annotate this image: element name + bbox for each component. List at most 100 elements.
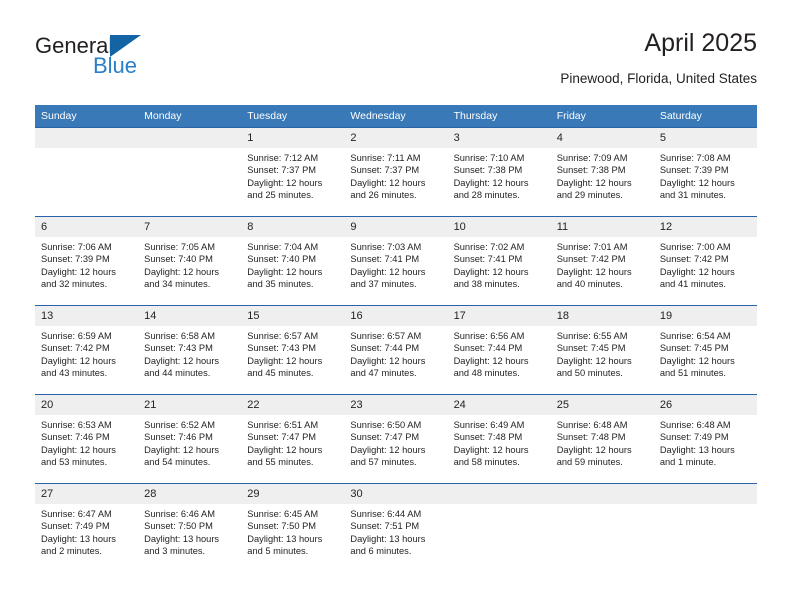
daylight-text: Daylight: 12 hours and 26 minutes. — [350, 177, 426, 201]
sunrise-text: Sunrise: 6:57 AM — [247, 331, 319, 341]
calendar-day-cell[interactable]: 15 Sunrise: 6:57 AM Sunset: 7:43 PM Dayligh… — [241, 305, 345, 395]
day-details: Sunrise: 7:11 AM Sunset: 7:37 PM Daylight:… — [344, 148, 447, 202]
calendar-day-cell[interactable]: 3 Sunrise: 7:10 AM Sunset: 7:38 PM Daylight… — [447, 127, 551, 217]
calendar-day-cell[interactable]: 23 Sunrise: 6:50 AM Sunset: 7:47 PM Dayligh… — [344, 394, 448, 484]
page-title: April 2025 — [644, 29, 757, 57]
day-number — [653, 484, 757, 504]
calendar-day-cell[interactable]: 17 Sunrise: 6:56 AM Sunset: 7:44 PM Dayligh… — [447, 305, 551, 395]
sunset-text: Sunset: 7:45 PM — [659, 343, 729, 354]
sunset-text: Sunset: 7:40 PM — [247, 254, 317, 265]
day-number: 26 — [653, 395, 757, 415]
day-number: 30 — [344, 484, 448, 504]
day-details: Sunrise: 6:59 AM Sunset: 7:42 PM Daylight:… — [35, 326, 138, 380]
calendar-day-cell[interactable]: 27 Sunrise: 6:47 AM Sunset: 7:49 PM Dayligh… — [35, 483, 139, 573]
calendar-week-row: 1 Sunrise: 7:12 AM Sunset: 7:37 PM Daylight… — [35, 127, 757, 217]
day-details: Sunrise: 6:57 AM Sunset: 7:44 PM Daylight:… — [344, 326, 447, 380]
sunset-text: Sunset: 7:41 PM — [453, 254, 523, 265]
day-number: 6 — [35, 217, 139, 237]
day-details: Sunrise: 6:50 AM Sunset: 7:47 PM Daylight:… — [344, 415, 447, 469]
sunrise-text: Sunrise: 6:59 AM — [41, 331, 112, 341]
day-details: Sunrise: 7:08 AM Sunset: 7:39 PM Daylight:… — [654, 148, 757, 202]
weekday-header-thursday: Thursday — [447, 105, 551, 128]
day-details: Sunrise: 7:10 AM Sunset: 7:38 PM Daylight:… — [448, 148, 551, 202]
calendar-week-row: 6 Sunrise: 7:06 AM Sunset: 7:39 PM Daylight… — [35, 216, 757, 306]
weekday-header-row: Sunday Monday Tuesday Wednesday Thursday Frid… — [35, 105, 757, 128]
calendar-day-cell-empty — [550, 483, 654, 573]
calendar-day-cell[interactable]: 13 Sunrise: 6:59 AM Sunset: 7:42 PM Dayligh… — [35, 305, 139, 395]
daylight-text: Daylight: 13 hours and 6 minutes. — [350, 533, 426, 557]
calendar-week-row: 27 Sunrise: 6:47 AM Sunset: 7:49 PM Dayligh… — [35, 483, 757, 573]
calendar-day-cell[interactable]: 26 Sunrise: 6:48 AM Sunset: 7:49 PM Dayligh… — [653, 394, 757, 484]
daylight-text: Daylight: 13 hours and 3 minutes. — [144, 533, 220, 557]
sunset-text: Sunset: 7:39 PM — [659, 165, 729, 176]
sunrise-text: Sunrise: 6:48 AM — [556, 420, 628, 430]
day-number: 16 — [344, 306, 448, 326]
day-number: 28 — [138, 484, 242, 504]
calendar-day-cell[interactable]: 30 Sunrise: 6:44 AM Sunset: 7:51 PM Dayligh… — [344, 483, 448, 573]
day-number — [35, 128, 139, 148]
calendar-day-cell[interactable]: 19 Sunrise: 6:54 AM Sunset: 7:45 PM Dayligh… — [653, 305, 757, 395]
calendar-day-cell[interactable]: 5 Sunrise: 7:08 AM Sunset: 7:39 PM Daylight… — [653, 127, 757, 217]
day-number: 10 — [447, 217, 551, 237]
calendar-day-cell[interactable]: 21 Sunrise: 6:52 AM Sunset: 7:46 PM Dayligh… — [138, 394, 242, 484]
sunset-text: Sunset: 7:43 PM — [247, 343, 317, 354]
day-number: 15 — [241, 306, 345, 326]
sunrise-text: Sunrise: 6:54 AM — [659, 331, 731, 341]
calendar-body: 1 Sunrise: 7:12 AM Sunset: 7:37 PM Daylight… — [35, 127, 757, 573]
day-number: 22 — [241, 395, 345, 415]
daylight-text: Daylight: 12 hours and 55 minutes. — [247, 444, 323, 468]
day-details: Sunrise: 6:45 AM Sunset: 7:50 PM Daylight:… — [241, 504, 344, 558]
sunrise-text: Sunrise: 7:08 AM — [659, 153, 731, 163]
sunrise-text: Sunrise: 6:55 AM — [556, 331, 628, 341]
calendar-week-row: 20 Sunrise: 6:53 AM Sunset: 7:46 PM Dayligh… — [35, 394, 757, 484]
day-number: 11 — [550, 217, 654, 237]
calendar-day-cell[interactable]: 16 Sunrise: 6:57 AM Sunset: 7:44 PM Dayligh… — [344, 305, 448, 395]
calendar-day-cell-empty — [653, 483, 757, 573]
calendar-day-cell[interactable]: 20 Sunrise: 6:53 AM Sunset: 7:46 PM Dayligh… — [35, 394, 139, 484]
daylight-text: Daylight: 12 hours and 41 minutes. — [659, 266, 735, 290]
day-number: 29 — [241, 484, 345, 504]
calendar-day-cell[interactable]: 12 Sunrise: 7:00 AM Sunset: 7:42 PM Dayligh… — [653, 216, 757, 306]
daylight-text: Daylight: 12 hours and 25 minutes. — [247, 177, 323, 201]
calendar-day-cell[interactable]: 18 Sunrise: 6:55 AM Sunset: 7:45 PM Dayligh… — [550, 305, 654, 395]
day-number: 7 — [138, 217, 242, 237]
sunset-text: Sunset: 7:42 PM — [659, 254, 729, 265]
day-number: 27 — [35, 484, 139, 504]
calendar-day-cell[interactable]: 9 Sunrise: 7:03 AM Sunset: 7:41 PM Daylight… — [344, 216, 448, 306]
sunrise-text: Sunrise: 6:44 AM — [350, 509, 422, 519]
daylight-text: Daylight: 12 hours and 50 minutes. — [556, 355, 632, 379]
day-number: 5 — [653, 128, 757, 148]
daylight-text: Daylight: 12 hours and 44 minutes. — [144, 355, 220, 379]
calendar-day-cell[interactable]: 11 Sunrise: 7:01 AM Sunset: 7:42 PM Dayligh… — [550, 216, 654, 306]
day-number: 24 — [447, 395, 551, 415]
day-number: 23 — [344, 395, 448, 415]
calendar-day-cell[interactable]: 1 Sunrise: 7:12 AM Sunset: 7:37 PM Daylight… — [241, 127, 345, 217]
calendar-day-cell[interactable]: 29 Sunrise: 6:45 AM Sunset: 7:50 PM Dayligh… — [241, 483, 345, 573]
sunset-text: Sunset: 7:48 PM — [556, 432, 626, 443]
sunrise-text: Sunrise: 7:03 AM — [350, 242, 422, 252]
calendar-day-cell[interactable]: 14 Sunrise: 6:58 AM Sunset: 7:43 PM Dayligh… — [138, 305, 242, 395]
sunset-text: Sunset: 7:46 PM — [144, 432, 213, 443]
calendar-day-cell[interactable]: 28 Sunrise: 6:46 AM Sunset: 7:50 PM Dayligh… — [138, 483, 242, 573]
sunset-text: Sunset: 7:42 PM — [41, 343, 110, 354]
calendar-day-cell[interactable]: 8 Sunrise: 7:04 AM Sunset: 7:40 PM Daylight… — [241, 216, 345, 306]
sunset-text: Sunset: 7:37 PM — [247, 165, 317, 176]
calendar-day-cell[interactable]: 22 Sunrise: 6:51 AM Sunset: 7:47 PM Dayligh… — [241, 394, 345, 484]
calendar-day-cell[interactable]: 4 Sunrise: 7:09 AM Sunset: 7:38 PM Daylight… — [550, 127, 654, 217]
calendar-day-cell[interactable]: 6 Sunrise: 7:06 AM Sunset: 7:39 PM Daylight… — [35, 216, 139, 306]
day-number — [138, 128, 242, 148]
daylight-text: Daylight: 12 hours and 57 minutes. — [350, 444, 426, 468]
day-number: 14 — [138, 306, 242, 326]
calendar-day-cell[interactable]: 7 Sunrise: 7:05 AM Sunset: 7:40 PM Daylight… — [138, 216, 242, 306]
sunrise-text: Sunrise: 7:12 AM — [247, 153, 319, 163]
daylight-text: Daylight: 12 hours and 54 minutes. — [144, 444, 220, 468]
sunrise-text: Sunrise: 6:58 AM — [144, 331, 215, 341]
sunset-text: Sunset: 7:41 PM — [350, 254, 420, 265]
sunset-text: Sunset: 7:50 PM — [247, 521, 317, 532]
calendar-day-cell[interactable]: 2 Sunrise: 7:11 AM Sunset: 7:37 PM Daylight… — [344, 127, 448, 217]
calendar-day-cell[interactable]: 25 Sunrise: 6:48 AM Sunset: 7:48 PM Dayligh… — [550, 394, 654, 484]
calendar-day-cell[interactable]: 24 Sunrise: 6:49 AM Sunset: 7:48 PM Dayligh… — [447, 394, 551, 484]
daylight-text: Daylight: 12 hours and 35 minutes. — [247, 266, 323, 290]
calendar-day-cell[interactable]: 10 Sunrise: 7:02 AM Sunset: 7:41 PM Dayligh… — [447, 216, 551, 306]
sunset-text: Sunset: 7:44 PM — [453, 343, 523, 354]
